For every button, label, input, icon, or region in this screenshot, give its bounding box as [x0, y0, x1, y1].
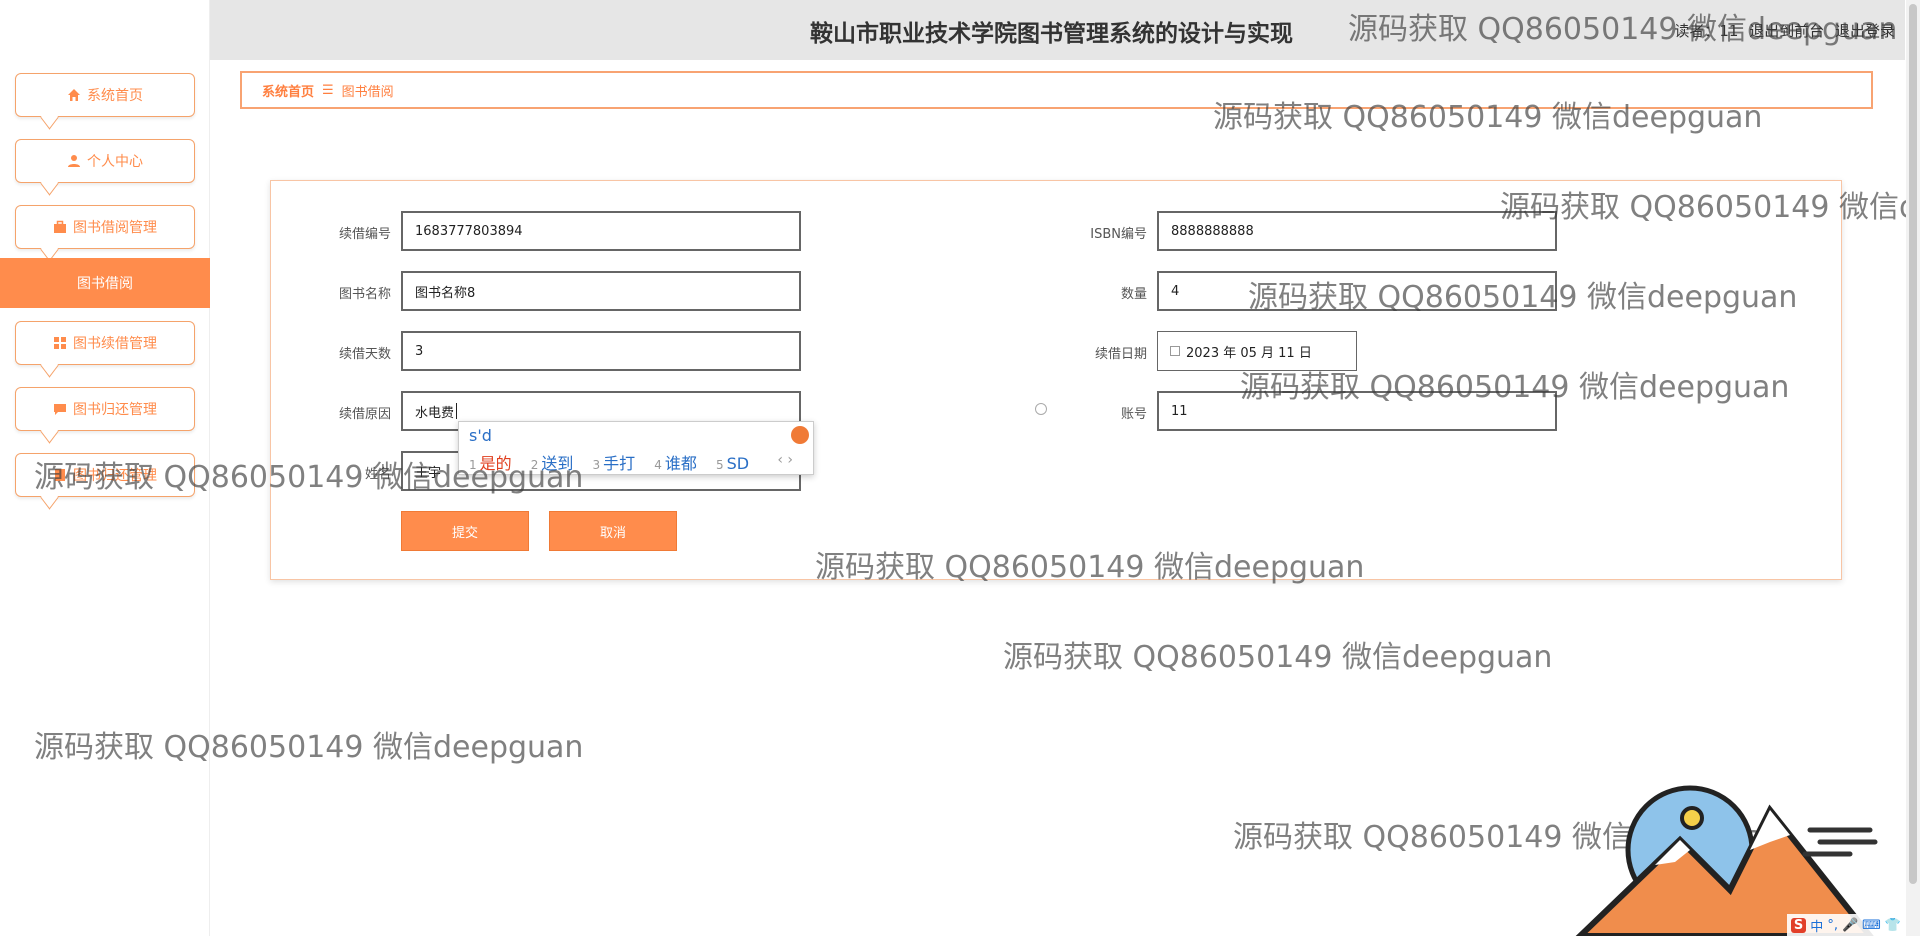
sidebar: 系统首页 个人中心 图书借阅管理 图书借阅 图书续借管理 图书归还管理 图书归还…	[0, 0, 210, 936]
ime-page-arrows[interactable]: ‹ ›	[777, 452, 793, 468]
name-label: 姓名	[364, 467, 391, 482]
ime-candidate[interactable]: 4 谁都	[654, 450, 697, 474]
isbn-label: ISBN编号	[1090, 227, 1147, 242]
account-input[interactable]: 11	[1157, 391, 1557, 431]
renew-date-picker[interactable]: 2023 年 05 月 11 日	[1157, 331, 1357, 371]
app-root: 鞍山市职业技术学院图书管理系统的设计与实现 读者：11 退出到前台 退出登录 系…	[0, 0, 1920, 936]
sidebar-item-label: 系统首页	[87, 88, 143, 104]
renew-no-input[interactable]: 1683777803894	[401, 211, 801, 251]
logout-link[interactable]: 退出登录	[1835, 22, 1895, 40]
ime-candidate[interactable]: 1 是的	[469, 450, 512, 474]
sidebar-item-label: 图书归还管理	[73, 402, 157, 418]
ime-candidate[interactable]: 5 SD	[716, 454, 749, 473]
sidebar-item-label: 图书归还管理	[73, 468, 157, 484]
sidebar-item-renew-manage[interactable]: 图书续借管理	[15, 321, 195, 365]
isbn-input[interactable]: 8888888888	[1157, 211, 1557, 251]
breadcrumb-separator-icon: ☰	[322, 82, 334, 98]
sidebar-item-borrow-manage[interactable]: 图书借阅管理	[15, 205, 195, 249]
renew-days-input[interactable]: 3	[401, 331, 801, 371]
renew-date-value: 2023 年 05 月 11 日	[1186, 345, 1312, 361]
renew-no-label: 续借编号	[338, 227, 391, 242]
book-name-label: 图书名称	[338, 287, 391, 302]
text-cursor-icon	[456, 403, 458, 419]
calendar-icon	[1170, 346, 1180, 356]
sidebar-item-label: 个人中心	[87, 154, 143, 170]
exit-to-front-link[interactable]: 退出到前台	[1749, 22, 1824, 40]
mascot-illustration	[1570, 770, 1900, 936]
briefcase-icon	[54, 220, 66, 233]
sidebar-item-home[interactable]: 系统首页	[15, 73, 195, 117]
ime-candidate-list: 1 是的 2 送到 3 手打 4 谁都 5 SD	[469, 450, 763, 474]
breadcrumb-current: 图书借阅	[341, 84, 394, 100]
user-icon	[68, 155, 80, 167]
mountain-sun-illustration	[1575, 785, 1878, 936]
account-label: 账号	[1120, 407, 1147, 422]
sidebar-item-return-manage[interactable]: 图书归还管理	[15, 387, 195, 431]
ime-candidate[interactable]: 2 送到	[531, 450, 574, 474]
chat-icon	[54, 404, 66, 415]
book-icon	[55, 469, 65, 481]
breadcrumb-home-link[interactable]: 系统首页	[262, 81, 314, 100]
sidebar-item-label: 图书续借管理	[73, 336, 157, 352]
cancel-button[interactable]: 取消	[549, 511, 677, 551]
quantity-input[interactable]: 4	[1157, 271, 1557, 311]
sidebar-item-label: 图书借阅管理	[73, 220, 157, 236]
book-name-input[interactable]: 图书名称8	[401, 271, 801, 311]
punctuation-icon[interactable]: °,	[1827, 918, 1838, 933]
current-user-label: 读者：11	[1674, 22, 1739, 40]
ime-candidate-popup: s'd 1 是的 2 送到 3 手打 4 谁都 5 SD ‹ ›	[458, 421, 814, 475]
home-icon	[68, 89, 80, 101]
skin-icon[interactable]: 👕	[1885, 918, 1901, 933]
system-title: 鞍山市职业技术学院图书管理系统的设计与实现	[810, 21, 1293, 47]
ime-language-toggle[interactable]: 中	[1810, 916, 1823, 935]
reason-value: 水电费	[415, 405, 455, 421]
page-scrollbar[interactable]	[1906, 0, 1920, 936]
submit-button[interactable]: 提交	[401, 511, 529, 551]
breadcrumb: 系统首页 ☰ 图书借阅	[240, 71, 1873, 109]
scrollbar-thumb[interactable]	[1909, 4, 1917, 884]
watermark: 源码获取 QQ86050149 微信deepguan	[1003, 640, 1553, 675]
reason-label: 续借原因	[338, 407, 391, 422]
system-tray: S 中 °, 🎤 ⌨ 👕 ⊞	[1786, 914, 1920, 936]
renew-date-label: 续借日期	[1094, 347, 1147, 362]
ime-composition-text: s'd	[469, 426, 492, 445]
borrow-form: 续借编号 1683777803894 ISBN编号 8888888888 图书名…	[270, 180, 1842, 580]
keyboard-icon[interactable]: ⌨	[1862, 918, 1881, 933]
ime-logo-icon	[791, 426, 809, 444]
top-header: 鞍山市职业技术学院图书管理系统的设计与实现 读者：11 退出到前台 退出登录	[210, 0, 1905, 60]
microphone-icon[interactable]: 🎤	[1842, 918, 1858, 933]
sidebar-subitem-borrow[interactable]: 图书借阅	[0, 258, 210, 308]
header-user-area: 读者：11 退出到前台 退出登录	[1668, 20, 1895, 41]
sidebar-item-extra-manage[interactable]: 图书归还管理	[15, 453, 195, 497]
renew-days-label: 续借天数	[338, 347, 391, 362]
quantity-label: 数量	[1120, 287, 1147, 302]
sidebar-item-profile[interactable]: 个人中心	[15, 139, 195, 183]
ime-candidate[interactable]: 3 手打	[593, 450, 636, 474]
grid-icon	[54, 337, 66, 349]
ime-tray-logo[interactable]: S	[1790, 917, 1807, 933]
